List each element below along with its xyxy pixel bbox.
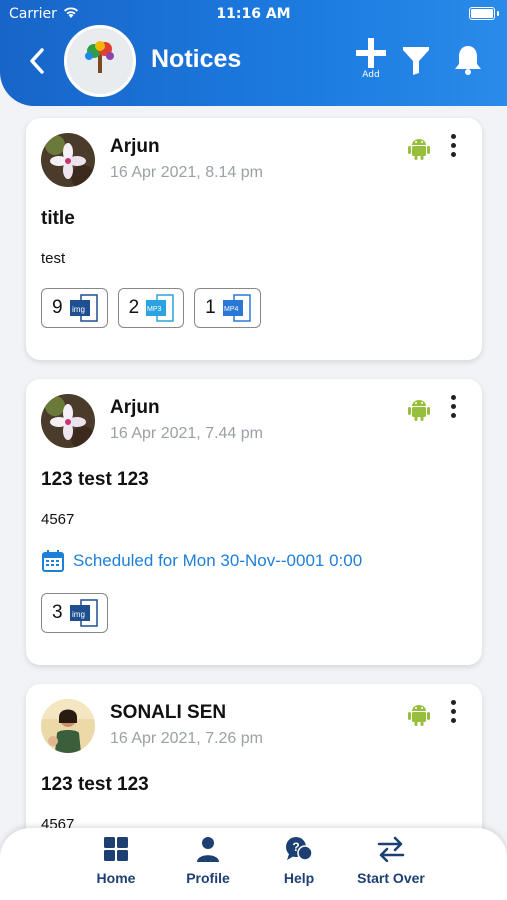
more-options-button[interactable] (446, 134, 460, 160)
nav-start-over[interactable]: Start Over (350, 836, 432, 886)
android-icon (408, 136, 430, 164)
notice-author: SONALI SEN (110, 702, 227, 723)
notice-body: test (41, 250, 66, 267)
tree-logo-icon (85, 41, 114, 73)
mp4-file-icon: MP4 (222, 294, 251, 322)
help-icon: ? (286, 837, 313, 861)
notice-title: title (41, 208, 75, 229)
scheduled-text: Scheduled for Mon 30-Nov--0001 0:00 (73, 551, 363, 570)
video-attachment-chip[interactable]: 1 MP4 (194, 288, 261, 328)
plus-icon (356, 38, 386, 68)
notice-date: 16 Apr 2021, 7.26 pm (110, 730, 263, 747)
grid-icon (104, 837, 128, 861)
nav-label: Home (96, 870, 136, 886)
more-options-button[interactable] (446, 700, 460, 726)
add-notice-button[interactable]: Add (354, 36, 388, 82)
swap-icon (377, 836, 405, 863)
person-icon (197, 837, 219, 862)
image-file-icon: img (69, 599, 98, 627)
attachment-list: 9 img 2 MP3 1 MP4 (41, 288, 261, 328)
notice-card[interactable]: Arjun 16 Apr 2021, 7.44 pm 123 test 123 … (26, 379, 482, 665)
more-options-button[interactable] (446, 395, 460, 421)
attachment-count: 3 (52, 602, 63, 623)
battery-icon (469, 7, 499, 20)
notice-date: 16 Apr 2021, 7.44 pm (110, 425, 263, 442)
notice-date: 16 Apr 2021, 8.14 pm (110, 164, 263, 181)
status-bar: Carrier 11:16 AM (0, 0, 507, 28)
attachment-count: 1 (205, 297, 216, 318)
notice-title: 123 test 123 (41, 469, 149, 490)
flower-avatar-icon (41, 133, 95, 187)
notice-card[interactable]: Arjun 16 Apr 2021, 8.14 pm title test 9 … (26, 118, 482, 360)
audio-attachment-chip[interactable]: 2 MP3 (117, 288, 185, 328)
nav-help[interactable]: ? Help (280, 836, 318, 886)
bell-icon (455, 46, 481, 75)
flower-avatar-icon (41, 394, 95, 448)
avatar (41, 699, 95, 753)
chevron-left-icon (30, 48, 44, 74)
add-label: Add (362, 70, 380, 80)
avatar (41, 394, 95, 448)
back-button[interactable] (26, 47, 50, 75)
nav-home[interactable]: Home (93, 836, 139, 886)
image-attachment-chip[interactable]: 3 img (41, 593, 108, 633)
bottom-navigation: Home Profile ? Help Start Over (0, 828, 507, 900)
attachment-count: 9 (52, 297, 63, 318)
header-bar: Carrier 11:16 AM Notices Add (0, 0, 507, 106)
nav-label: Help (283, 870, 315, 886)
attachment-count: 2 (128, 297, 140, 318)
filter-icon (403, 47, 429, 75)
svg-text:?: ? (292, 840, 299, 854)
android-icon (408, 702, 430, 730)
nav-label: Profile (186, 870, 230, 886)
nav-profile[interactable]: Profile (182, 836, 234, 886)
svg-text:MP3: MP3 (147, 306, 162, 313)
android-icon (408, 397, 430, 425)
calendar-icon (42, 550, 64, 572)
svg-text:MP4: MP4 (224, 306, 239, 313)
person-photo-avatar-icon (41, 699, 95, 753)
svg-text:img: img (72, 610, 85, 619)
notice-body: 4567 (41, 511, 75, 528)
page-title: Notices (151, 45, 242, 73)
image-file-icon: img (69, 294, 98, 322)
avatar (41, 133, 95, 187)
filter-button[interactable] (402, 44, 430, 80)
notice-author: Arjun (110, 136, 160, 157)
mp3-file-icon: MP3 (146, 294, 174, 322)
svg-text:img: img (72, 305, 85, 314)
image-attachment-chip[interactable]: 9 img (41, 288, 108, 328)
scheduled-info[interactable]: Scheduled for Mon 30-Nov--0001 0:00 (41, 549, 362, 573)
attachment-list: 3 img (41, 593, 108, 633)
notice-title: 123 test 123 (41, 774, 149, 795)
clock: 11:16 AM (216, 6, 291, 22)
notice-author: Arjun (110, 397, 160, 418)
notifications-button[interactable] (453, 44, 483, 80)
nav-label: Start Over (357, 870, 425, 886)
notices-feed[interactable]: Arjun 16 Apr 2021, 8.14 pm title test 9 … (0, 106, 507, 900)
school-logo (64, 25, 136, 97)
